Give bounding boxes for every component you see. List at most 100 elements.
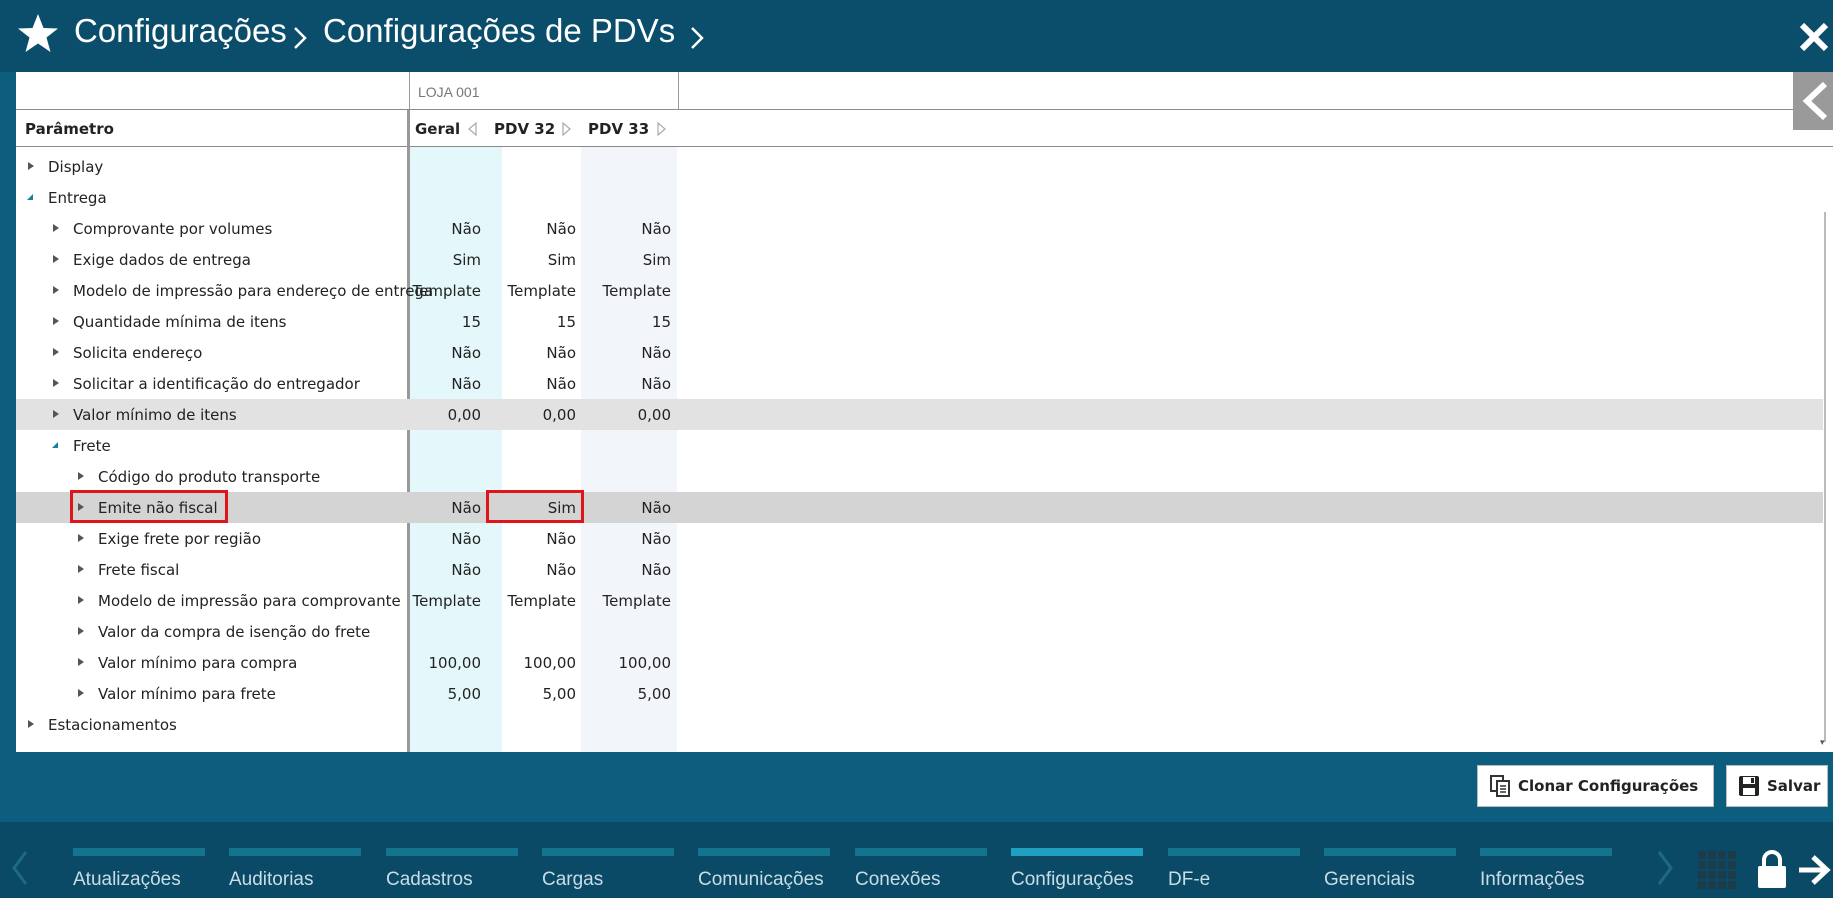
cell-pdv32[interactable]: Sim — [486, 251, 576, 269]
nav-tab-cadastros[interactable]: Cadastros — [386, 848, 518, 891]
exit-icon[interactable] — [1797, 852, 1833, 888]
tree-row[interactable]: Display — [16, 151, 1823, 182]
cell-pdv33[interactable]: Não — [581, 530, 671, 548]
expand-arrow-icon[interactable] — [77, 688, 85, 698]
cell-pdv32[interactable]: Não — [486, 344, 576, 362]
scroll-down-arrow-icon[interactable]: ▾ — [1820, 738, 1825, 748]
tree-row[interactable]: Entrega — [16, 182, 1823, 213]
nav-tab-informacoes[interactable]: Informações — [1480, 848, 1612, 891]
cell-geral[interactable]: Template — [391, 282, 481, 300]
tree-row[interactable]: Modelo de impressão para endereço de ent… — [16, 275, 1823, 306]
breadcrumb-configuracoes-pdvs[interactable]: Configurações de PDVs — [323, 12, 675, 50]
cell-geral[interactable]: Sim — [391, 251, 481, 269]
tree-row[interactable]: Modelo de impressão para comprovante Tem… — [16, 585, 1823, 616]
tree-row[interactable]: Frete fiscal Não Não Não — [16, 554, 1823, 585]
cell-pdv33[interactable]: 0,00 — [581, 406, 671, 424]
arrow-left-icon[interactable] — [467, 122, 477, 136]
cell-geral[interactable]: 5,00 — [391, 685, 481, 703]
expand-arrow-icon[interactable] — [77, 626, 85, 636]
expand-arrow-icon[interactable] — [52, 254, 60, 264]
collapse-arrow-icon[interactable] — [26, 192, 34, 202]
cell-pdv32[interactable]: Não — [486, 220, 576, 238]
expand-arrow-icon[interactable] — [27, 161, 35, 171]
column-header-geral[interactable]: Geral — [415, 120, 460, 138]
cell-pdv33[interactable]: 5,00 — [581, 685, 671, 703]
cell-pdv33[interactable]: Sim — [581, 251, 671, 269]
tree-row[interactable]: Estacionamentos — [16, 709, 1823, 740]
tree-row-selected[interactable]: Emite não fiscal Não Sim Não — [16, 490, 1823, 523]
tree-row[interactable]: Valor mínimo para compra 100,00 100,00 1… — [16, 647, 1823, 678]
cell-geral[interactable]: Não — [391, 344, 481, 362]
cell-pdv33[interactable]: 15 — [581, 313, 671, 331]
cell-geral[interactable]: Template — [391, 592, 481, 610]
expand-arrow-icon[interactable] — [52, 409, 60, 419]
nav-tab-comunicacoes[interactable]: Comunicações — [698, 848, 830, 891]
column-header-pdv32[interactable]: PDV 32 — [494, 120, 555, 138]
nav-tab-configuracoes[interactable]: Configurações — [1011, 848, 1143, 891]
cell-pdv33[interactable]: 100,00 — [581, 654, 672, 672]
nav-tab-atualizacoes[interactable]: Atualizações — [73, 848, 205, 891]
arrow-right-icon[interactable] — [562, 122, 572, 136]
vertical-scrollbar[interactable] — [1824, 212, 1826, 742]
cell-pdv32[interactable]: 15 — [486, 313, 576, 331]
nav-tab-gerenciais[interactable]: Gerenciais — [1324, 848, 1456, 891]
cell-pdv33[interactable]: Não — [581, 499, 671, 517]
cell-geral[interactable]: Não — [391, 561, 481, 579]
breadcrumb-configuracoes[interactable]: Configurações — [74, 12, 287, 50]
tree-row[interactable]: Valor da compra de isenção do frete — [16, 616, 1823, 647]
tree-row[interactable]: Quantidade mínima de itens 15 15 15 — [16, 306, 1823, 337]
nav-next-arrow-icon[interactable] — [1655, 848, 1675, 888]
lock-icon[interactable] — [1755, 848, 1789, 890]
grid-icon[interactable] — [1697, 850, 1737, 890]
expand-arrow-icon[interactable] — [52, 347, 60, 357]
cell-pdv32[interactable]: Template — [486, 592, 576, 610]
cell-pdv33[interactable]: Template — [581, 282, 671, 300]
cell-geral[interactable]: 0,00 — [391, 406, 481, 424]
chevron-right-icon[interactable] — [688, 24, 706, 52]
expand-arrow-icon[interactable] — [77, 657, 85, 667]
nav-tab-auditorias[interactable]: Auditorias — [229, 848, 361, 891]
cell-pdv32[interactable]: Não — [486, 375, 576, 393]
expand-arrow-icon[interactable] — [27, 719, 35, 729]
column-header-pdv33[interactable]: PDV 33 — [588, 120, 649, 138]
cell-pdv32[interactable]: Template — [486, 282, 576, 300]
cell-pdv33[interactable]: Não — [581, 375, 671, 393]
cell-geral[interactable]: 15 — [391, 313, 481, 331]
tree-row[interactable]: Solicita endereço Não Não Não — [16, 337, 1823, 368]
expand-arrow-icon[interactable] — [77, 595, 85, 605]
cell-geral[interactable]: 100,00 — [391, 654, 482, 672]
cell-pdv32[interactable]: Não — [486, 530, 576, 548]
expand-arrow-icon[interactable] — [52, 316, 60, 326]
cell-geral[interactable]: Não — [391, 375, 481, 393]
clone-config-button[interactable]: Clonar Configurações — [1477, 765, 1714, 807]
cell-pdv32[interactable]: 0,00 — [486, 406, 576, 424]
tree-row[interactable]: Comprovante por volumes Não Não Não — [16, 213, 1823, 244]
expand-arrow-icon[interactable] — [52, 223, 60, 233]
arrow-right-icon[interactable] — [657, 122, 667, 136]
cell-pdv33[interactable]: Template — [581, 592, 671, 610]
expand-arrow-icon[interactable] — [77, 533, 85, 543]
tree-row[interactable]: Solicitar a identificação do entregador … — [16, 368, 1823, 399]
cell-pdv32[interactable]: 5,00 — [486, 685, 576, 703]
cell-geral[interactable]: Não — [391, 499, 481, 517]
nav-tab-conexoes[interactable]: Conexões — [855, 848, 987, 891]
nav-tab-dfe[interactable]: DF-e — [1168, 848, 1300, 891]
tree-row[interactable]: Frete — [16, 430, 1823, 461]
side-panel-toggle[interactable] — [1793, 72, 1833, 130]
tree-row-hover[interactable]: Valor mínimo de itens 0,00 0,00 0,00 — [16, 399, 1823, 430]
cell-geral[interactable]: Não — [391, 220, 481, 238]
tree-row[interactable]: Exige frete por região Não Não Não — [16, 523, 1823, 554]
cell-pdv33[interactable]: Não — [581, 220, 671, 238]
expand-arrow-icon[interactable] — [77, 471, 85, 481]
nav-tab-cargas[interactable]: Cargas — [542, 848, 674, 891]
cell-pdv33[interactable]: Não — [581, 561, 671, 579]
expand-arrow-icon[interactable] — [77, 564, 85, 574]
tree-row[interactable]: Valor mínimo para frete 5,00 5,00 5,00 — [16, 678, 1823, 709]
tree-row[interactable]: Código do produto transporte — [16, 461, 1823, 492]
cell-pdv32[interactable]: Não — [486, 561, 576, 579]
close-icon[interactable] — [1797, 20, 1831, 54]
cell-pdv33[interactable]: Não — [581, 344, 671, 362]
star-icon[interactable] — [16, 12, 60, 56]
expand-arrow-icon[interactable] — [52, 285, 60, 295]
expand-arrow-icon[interactable] — [52, 378, 60, 388]
